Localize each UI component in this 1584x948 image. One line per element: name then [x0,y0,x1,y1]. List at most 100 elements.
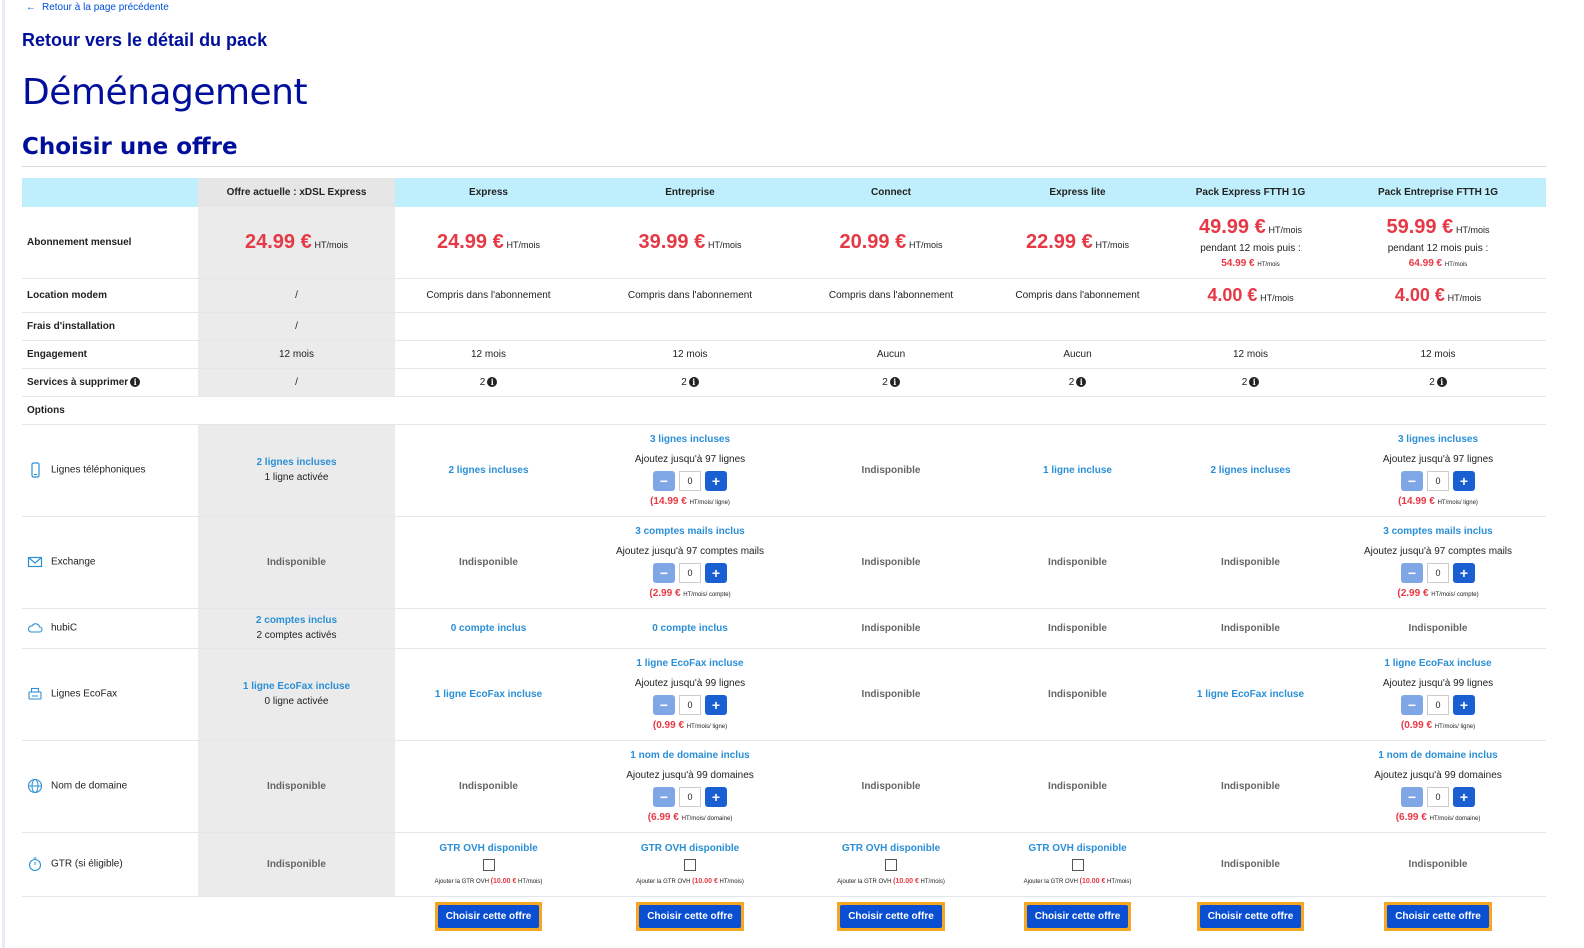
cell: Indisponible [984,740,1171,833]
row-label: Exchange [22,516,198,609]
minus-button[interactable]: − [1401,562,1423,583]
info-icon[interactable]: i [487,376,498,387]
cell: / [198,368,395,397]
plus-button[interactable]: + [705,786,727,807]
cell: Choisir cette offre [1330,896,1546,936]
plus-button[interactable]: + [1453,562,1475,583]
pack-detail-link[interactable]: Retour vers le détail du pack [22,30,267,51]
cell: 12 mois [1171,340,1330,369]
cell: 1 ligne EcoFax incluse 0 ligne activée [198,648,395,741]
cell: 12 mois [198,340,395,369]
minus-button[interactable]: − [653,562,675,583]
cell: 2i [1330,368,1546,397]
quantity-field[interactable]: 0 [679,694,701,715]
choose-offer-button[interactable]: Choisir cette offre [437,904,540,928]
quantity-field[interactable]: 0 [679,470,701,491]
cell: Indisponible [198,740,395,833]
row-options-heading: Options [22,396,1546,425]
quantity-field[interactable]: 0 [1427,562,1449,583]
globe-icon [27,778,43,794]
cell: Indisponible [198,832,395,897]
info-icon[interactable]: i [1076,376,1087,387]
cell: Indisponible [1171,516,1330,609]
cell [1171,312,1330,341]
header-current-offer: Offre actuelle : xDSL Express [198,178,395,207]
cell: Indisponible [198,516,395,609]
cell: 2i [798,368,984,397]
quantity-stepper[interactable]: −0 + [1401,694,1475,715]
header-ftth-express: Pack Express FTTH 1G [1171,178,1330,207]
quantity-stepper[interactable]: −0 + [653,694,727,715]
plus-button[interactable]: + [705,470,727,491]
plus-button[interactable]: + [705,562,727,583]
gtr-checkbox[interactable] [1071,859,1084,871]
quantity-stepper[interactable]: −0 + [653,470,727,491]
quantity-stepper[interactable]: −0 + [1401,562,1475,583]
back-link[interactable]: ← Retour à la page précédente [26,2,169,13]
quantity-field[interactable]: 0 [1427,470,1449,491]
choose-offer-button[interactable]: Choisir cette offre [1387,904,1489,928]
info-icon[interactable]: i [130,376,141,387]
cell: Indisponible [798,740,984,833]
cell [1330,312,1546,341]
info-icon[interactable]: i [688,376,699,387]
options-spacer [198,396,1546,425]
cell: 3 lignes incluses Ajoutez jusqu'à 97 lig… [1330,424,1546,517]
section-title: Choisir une offre [22,134,238,160]
plus-button[interactable]: + [1453,470,1475,491]
minus-button[interactable]: − [653,470,675,491]
cell: Compris dans l'abonnement [984,278,1171,313]
cell: Aucun [798,340,984,369]
cell: Indisponible [395,516,582,609]
plus-button[interactable]: + [1453,786,1475,807]
choose-offer-button[interactable]: Choisir cette offre [840,904,942,928]
minus-button[interactable]: − [653,786,675,807]
plus-button[interactable]: + [1453,694,1475,715]
quantity-field[interactable]: 0 [1427,786,1449,807]
minus-button[interactable]: − [653,694,675,715]
cell: GTR OVH disponible Ajouter la GTR OVH (1… [984,832,1171,897]
row-label: Location modem [22,278,198,313]
choose-offer-focus: Choisir cette offre [837,901,945,931]
plus-button[interactable]: + [705,694,727,715]
cell: Indisponible [1171,740,1330,833]
info-icon[interactable]: i [889,376,900,387]
cell: Choisir cette offre [582,896,798,936]
cell: Indisponible [798,648,984,741]
quantity-stepper[interactable]: −0 + [653,786,727,807]
cell: 12 mois [395,340,582,369]
choose-offer-button[interactable]: Choisir cette offre [639,904,741,928]
cell: 2i [582,368,798,397]
cell: 0 compte inclus [395,608,582,649]
cell: Choisir cette offre [395,896,582,936]
row-domaine: Nom de domaine Indisponible Indisponible… [22,740,1546,833]
cell: Choisir cette offre [798,896,984,936]
quantity-field[interactable]: 0 [679,786,701,807]
quantity-stepper[interactable]: −0 + [653,562,727,583]
choose-offer-button[interactable]: Choisir cette offre [1026,904,1129,928]
info-icon[interactable]: i [1249,376,1260,387]
quantity-field[interactable]: 0 [679,562,701,583]
cell: Indisponible [984,516,1171,609]
row-ecofax: Lignes EcoFax 1 ligne EcoFax incluse 0 li… [22,648,1546,741]
gtr-checkbox[interactable] [482,859,495,871]
choose-offer-button[interactable]: Choisir cette offre [1199,904,1302,928]
row-exchange: Exchange Indisponible Indisponible 3 com… [22,516,1546,609]
quantity-stepper[interactable]: −0 + [1401,786,1475,807]
minus-button[interactable]: − [1401,786,1423,807]
minus-button[interactable]: − [1401,470,1423,491]
gtr-checkbox[interactable] [684,859,696,871]
cell: 1 ligne incluse [984,424,1171,517]
quantity-field[interactable]: 0 [1427,694,1449,715]
cell: 1 ligne EcoFax incluse Ajoutez jusqu'à 9… [582,648,798,741]
choose-offer-focus: Choisir cette offre [636,901,744,931]
stopwatch-icon [28,857,42,872]
minus-button[interactable]: − [1401,694,1423,715]
price-cell: 39.99 € HT/mois [582,207,798,279]
quantity-stepper[interactable]: −0 + [1401,470,1475,491]
cell: 12 mois [582,340,798,369]
info-icon[interactable]: i [1436,376,1447,387]
cell [395,312,582,341]
gtr-checkbox[interactable] [885,859,897,871]
cell: Indisponible [1330,832,1546,897]
